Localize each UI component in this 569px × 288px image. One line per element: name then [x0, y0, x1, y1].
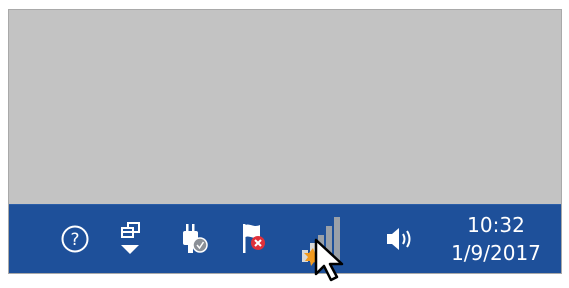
- help-icon: ?: [61, 225, 89, 253]
- mouse-cursor-icon: [314, 238, 350, 288]
- help-icon-glyph: ?: [70, 230, 79, 250]
- clock-date: 1/9/2017: [451, 241, 541, 265]
- power-button[interactable]: [171, 205, 215, 273]
- volume-button[interactable]: [379, 205, 423, 273]
- desktop-area: ? 10:32 1/9/2017: [8, 9, 562, 274]
- taskbar: ? 10:32 1/9/2017: [9, 204, 561, 273]
- clock-time: 10:32: [467, 213, 525, 237]
- volume-icon: [387, 228, 411, 250]
- show-hidden-icons-icon: [121, 222, 140, 254]
- help-button[interactable]: ?: [53, 205, 97, 273]
- action-center-flag-icon: [243, 224, 265, 253]
- show-hidden-icons-button[interactable]: [113, 205, 149, 273]
- power-plug-icon: [183, 224, 208, 253]
- action-center-button[interactable]: [231, 205, 275, 273]
- clock[interactable]: 10:32 1/9/2017: [441, 211, 551, 267]
